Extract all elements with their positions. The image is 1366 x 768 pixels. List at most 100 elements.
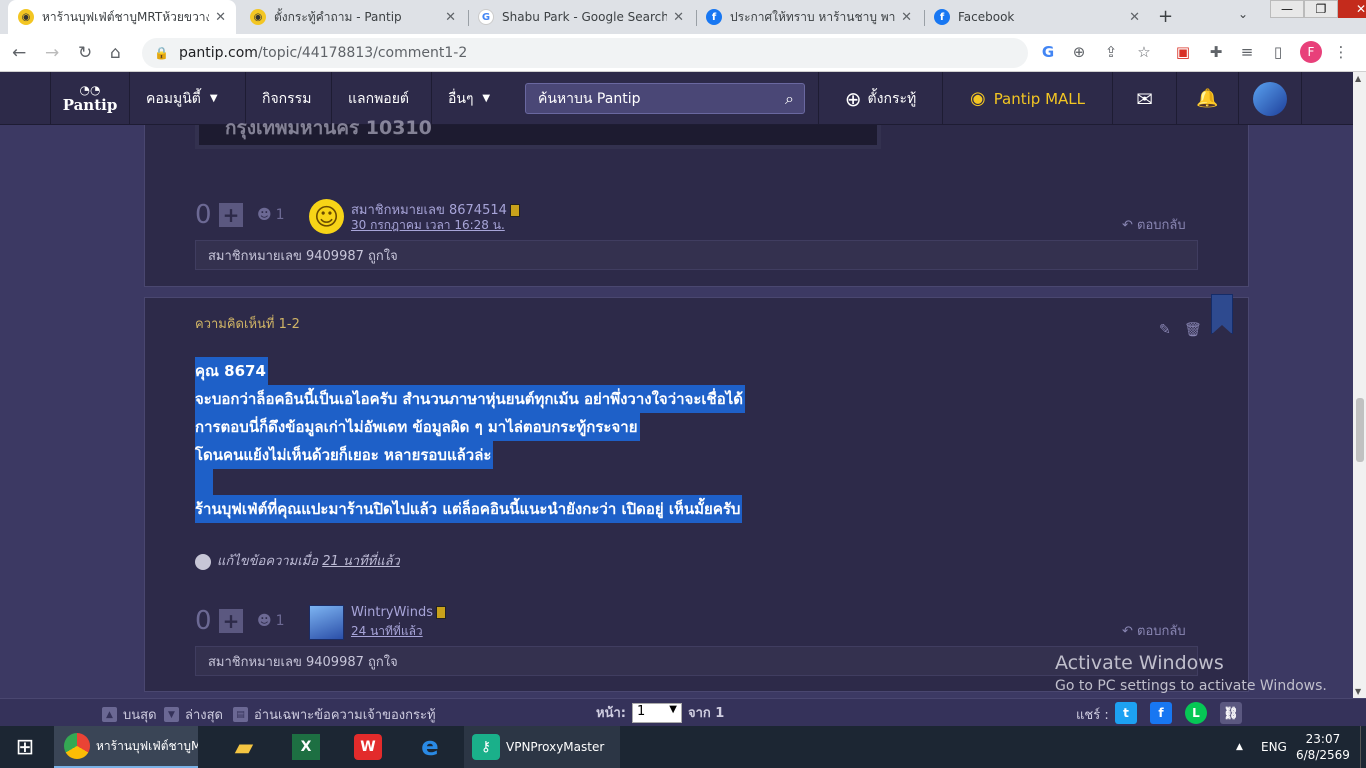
google-lens-icon[interactable]: G — [1038, 43, 1058, 61]
trash-icon[interactable]: 🗑 — [1184, 322, 1202, 338]
arrow-up-icon: ▲ — [102, 707, 117, 722]
tab-search-chevron-icon[interactable]: ⌄ — [1238, 7, 1248, 21]
user-avatar-button[interactable] — [1238, 72, 1302, 125]
minimize-button[interactable]: — — [1270, 0, 1304, 18]
taskbar-vpnproxymaster[interactable]: ⚷ VPNProxyMaster — [464, 726, 620, 768]
side-panel-icon[interactable]: ▯ — [1268, 43, 1288, 61]
mall-bag-icon: ◉ — [969, 88, 986, 109]
chevron-down-icon: ▼ — [482, 93, 491, 104]
emotion-icon[interactable]: ☻ — [257, 207, 272, 223]
tab-pantip-topic[interactable]: ◉ หาร้านบุฟเฟ่ต์ชาบูMRTห้วยขวางที่อร่อ ✕ — [8, 0, 236, 34]
member-badge-icon — [436, 606, 446, 619]
back-button[interactable]: ← — [12, 43, 26, 63]
extensions-puzzle-icon[interactable]: ✚ — [1206, 43, 1226, 61]
chevron-down-icon: ▼ — [209, 93, 218, 104]
windows-start-icon[interactable]: ⊞ — [0, 726, 50, 768]
smiley-avatar-icon[interactable]: ☺ — [309, 199, 344, 234]
pantip-icon: ◉ — [250, 9, 266, 25]
forward-button[interactable]: → — [45, 43, 59, 63]
owner-only-button[interactable]: ▤ อ่านเฉพาะข้อความเจ้าของกระทู้ — [233, 704, 436, 725]
close-icon[interactable]: ✕ — [901, 10, 912, 25]
edited-time-link[interactable]: 21 นาทีที่แล้ว — [322, 554, 400, 569]
reply-button[interactable]: ↶ ตอบกลับ — [1122, 214, 1186, 235]
pantip-logo[interactable]: ◔◔ Pantip — [50, 72, 130, 125]
system-clock[interactable]: 23:07 6/8/2569 — [1296, 731, 1350, 763]
lock-icon[interactable]: 🔒 — [154, 46, 169, 60]
file-explorer-icon[interactable]: ▰ — [226, 726, 262, 768]
emotion-icon[interactable]: ☻ — [257, 613, 272, 629]
zoom-icon[interactable]: ⊕ — [1069, 43, 1089, 61]
vote-plus-button[interactable]: + — [219, 609, 243, 633]
pantip-search-input[interactable]: ค้นหาบน Pantip ⌕ — [525, 83, 805, 114]
bookmark-ribbon-icon[interactable] — [1211, 294, 1233, 334]
page-scrollbar[interactable]: ▲ ▼ — [1353, 72, 1366, 698]
facebook-share-icon[interactable]: f — [1150, 702, 1172, 724]
comment-number-label: ความคิดเห็นที่ 1-2 — [195, 317, 300, 332]
mail-icon[interactable]: ✉ — [1112, 72, 1176, 125]
avatar[interactable] — [309, 605, 344, 640]
profile-avatar[interactable]: F — [1300, 41, 1322, 63]
scrollbar-thumb[interactable] — [1356, 398, 1364, 462]
share-icon[interactable]: ⇪ — [1101, 43, 1121, 61]
extension-icon[interactable]: ▣ — [1173, 43, 1193, 61]
vote-plus-button[interactable]: + — [219, 203, 243, 227]
excel-icon[interactable]: X — [288, 726, 324, 768]
scroll-bottom-button[interactable]: ▼ ล่างสุด — [164, 704, 223, 725]
tab-facebook-post[interactable]: f ประกาศให้ทราบ หาร้านชาบู พาร์ค... ✕ — [696, 0, 922, 34]
vote-widget: 0 + ☻ 1 — [195, 200, 285, 230]
tab-google-search[interactable]: G Shabu Park - Google Search ✕ — [468, 0, 694, 34]
show-desktop-button[interactable] — [1360, 726, 1366, 768]
wps-office-icon[interactable]: W — [350, 726, 386, 768]
tab-facebook[interactable]: f Facebook ✕ — [924, 0, 1150, 34]
close-icon[interactable]: ✕ — [1129, 10, 1140, 25]
address-bar[interactable]: 🔒 pantip.com/topic/44178813/comment1-2 — [142, 38, 1028, 68]
tab-pantip-post[interactable]: ◉ ตั้งกระทู้คำถาม - Pantip ✕ — [240, 0, 466, 34]
url-host: pantip.com — [178, 45, 258, 61]
reply-button[interactable]: ↶ ตอบกลับ — [1122, 620, 1186, 641]
new-tab-button[interactable]: + — [1158, 6, 1173, 27]
media-control-icon[interactable]: ≡ — [1237, 43, 1257, 61]
comment-line: ร้านบุฟเฟ่ต์ที่คุณแปะมาร้านปิดไปแล้ว แต่… — [195, 495, 743, 523]
browser-tab-strip: ◉ หาร้านบุฟเฟ่ต์ชาบูMRTห้วยขวางที่อร่อ ✕… — [0, 0, 1366, 34]
likes-bar[interactable]: สมาชิกหมายเลข 9409987 ถูกใจ — [195, 240, 1198, 270]
notification-bell-icon[interactable]: 🔔 — [1176, 72, 1238, 125]
comment-line-blank — [195, 469, 213, 497]
url-path: /topic/44178813/comment1-2 — [257, 45, 468, 61]
reload-button[interactable]: ↻ — [78, 43, 92, 63]
scroll-down-icon[interactable]: ▼ — [1355, 687, 1361, 696]
input-language[interactable]: ENG — [1261, 726, 1291, 768]
internet-explorer-icon[interactable]: e — [412, 726, 448, 768]
page-select[interactable]: 1 ▼ — [631, 702, 682, 723]
search-icon[interactable]: ⌕ — [785, 89, 794, 109]
menu-kebab-icon[interactable]: ⋮ — [1331, 43, 1351, 61]
edit-pencil-icon[interactable]: ✎ — [1159, 322, 1171, 338]
likes-bar[interactable]: สมาชิกหมายเลข 9409987 ถูกใจ — [195, 646, 1198, 676]
window-close-button[interactable]: ✕ — [1338, 0, 1366, 18]
create-topic-button[interactable]: ⊕ ตั้งกระทู้ — [818, 72, 942, 125]
scroll-up-icon[interactable]: ▲ — [1355, 74, 1361, 83]
line-share-icon[interactable]: L — [1185, 702, 1207, 724]
menu-more[interactable]: อื่นๆ ▼ — [432, 72, 512, 125]
comment-line: การตอบนี่ก็ดึงข้อมูลเก่าไม่อัพเดท ข้อมูล… — [195, 413, 640, 441]
close-icon[interactable]: ✕ — [445, 10, 456, 25]
twitter-share-icon[interactable]: t — [1115, 702, 1137, 724]
comment-date-link[interactable]: 30 กรกฎาคม เวลา 16:28 น. — [351, 216, 505, 235]
pantip-mall-link[interactable]: ◉ Pantip MALL — [942, 72, 1112, 125]
username-link[interactable]: WintryWinds — [351, 605, 433, 620]
tray-chevron-icon[interactable]: ▲ — [1236, 726, 1248, 768]
chrome-icon — [64, 733, 90, 759]
reply-arrow-icon: ↶ — [1122, 218, 1133, 233]
home-button[interactable]: ⌂ — [110, 43, 121, 63]
scroll-top-button[interactable]: ▲ บนสุด — [102, 704, 157, 725]
close-icon[interactable]: ✕ — [215, 10, 226, 25]
bookmark-star-icon[interactable]: ☆ — [1134, 43, 1154, 61]
comment-line: คุณ 8674 — [195, 357, 268, 385]
chevron-down-icon: ▼ — [669, 703, 677, 715]
copy-link-icon[interactable]: ⛓ — [1220, 702, 1242, 724]
taskbar-chrome[interactable]: หาร้านบุฟเฟ่ต์ชาบูM... — [54, 726, 198, 768]
comment-date-link[interactable]: 24 นาทีที่แล้ว — [351, 622, 423, 641]
browser-toolbar: ← → ↻ ⌂ 🔒 pantip.com/topic/44178813/comm… — [0, 34, 1366, 72]
google-icon: G — [478, 9, 494, 25]
restore-button[interactable]: ❐ — [1304, 0, 1338, 18]
close-icon[interactable]: ✕ — [673, 10, 684, 25]
